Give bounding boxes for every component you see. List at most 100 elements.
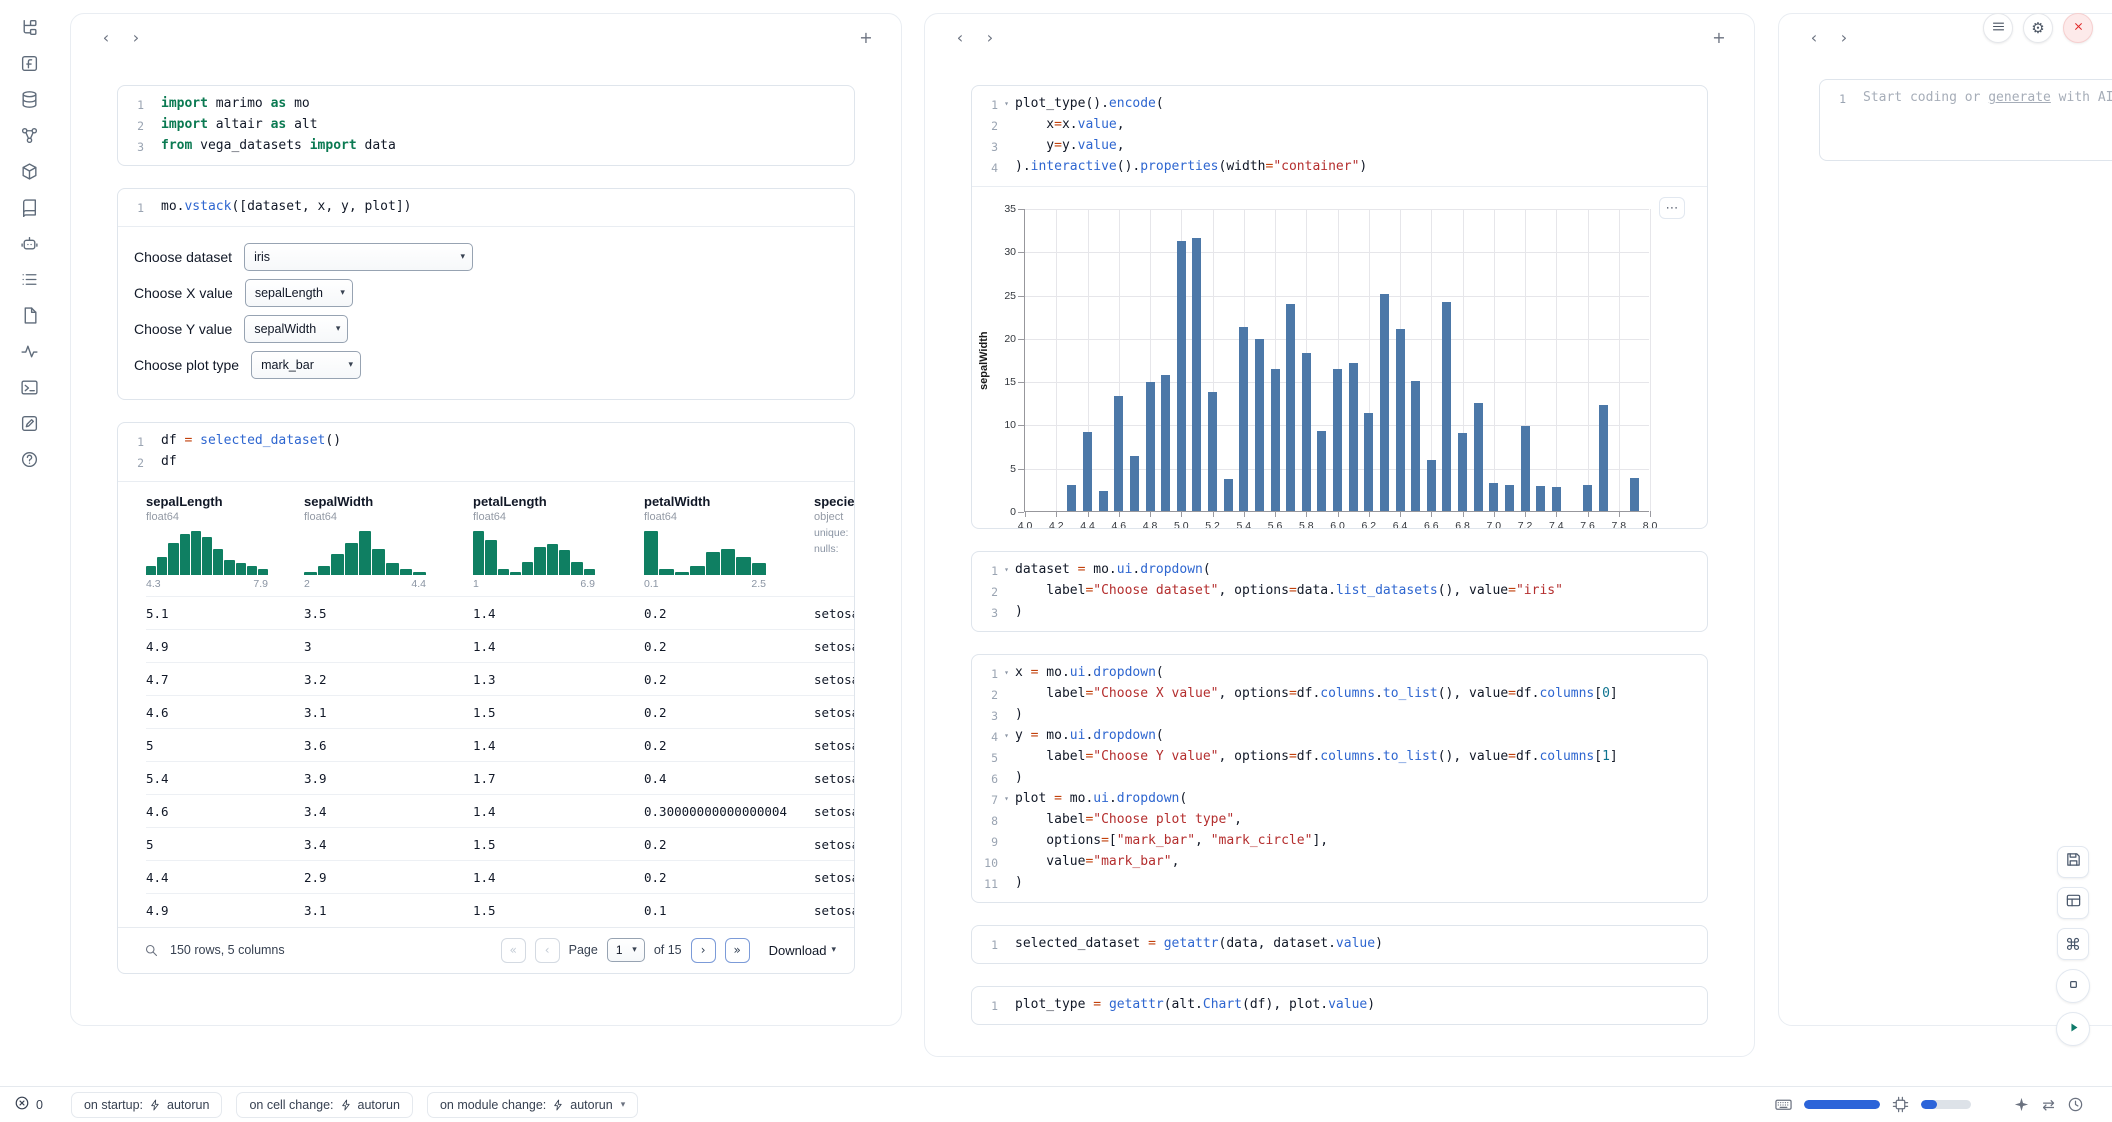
variables-icon[interactable] — [12, 52, 46, 74]
notebook-close-button[interactable] — [2063, 13, 2093, 43]
column-histogram[interactable] — [146, 531, 268, 575]
outline-icon[interactable] — [12, 268, 46, 290]
download-button[interactable]: Download ▾ — [769, 943, 836, 958]
column-histogram[interactable] — [644, 531, 766, 575]
line-number: 3 — [972, 602, 998, 623]
swap-arrows-icon[interactable]: ⇄ — [2042, 1096, 2055, 1114]
fold-toggle-icon[interactable]: ▾ — [998, 726, 1015, 747]
zap-icon — [340, 1099, 352, 1111]
table-cell: setosa — [814, 795, 854, 828]
column-header-petalWidth[interactable]: petalWidthfloat640.12.5 — [644, 488, 814, 597]
page-select[interactable]: 1 ▾ — [607, 938, 645, 962]
interrupt-button[interactable] — [2056, 969, 2090, 1003]
code-editor[interactable]: 1 Start coding or generate with AI. — [1820, 80, 2112, 160]
cell-output: Choose datasetiris▾Choose X valuesepalLe… — [118, 226, 854, 399]
file-explorer-icon[interactable] — [12, 16, 46, 38]
column-scroll-left-button[interactable]: ‹ — [93, 24, 119, 50]
x-value-select[interactable]: sepalLength▾ — [245, 279, 353, 307]
chart-menu-button[interactable]: ⋯ — [1659, 197, 1685, 219]
zap-icon — [149, 1099, 161, 1111]
code-editor[interactable]: 1selected_dataset = getattr(data, datase… — [972, 926, 1707, 963]
documentation-icon[interactable] — [12, 196, 46, 218]
code-editor[interactable]: 1df = selected_dataset()2df — [118, 423, 854, 481]
fold-toggle-icon[interactable]: ▾ — [998, 663, 1015, 684]
fold-toggle-icon[interactable]: ▾ — [998, 789, 1015, 810]
on-startup-chip[interactable]: on startup:autorun — [71, 1092, 222, 1118]
generate-with-ai-link[interactable]: generate — [1988, 90, 2051, 105]
column-scroll-right-button[interactable]: › — [977, 24, 1003, 50]
data-sources-icon[interactable] — [12, 88, 46, 110]
line-number: 4 — [972, 726, 998, 747]
code-editor[interactable]: 1plot_type = getattr(alt.Chart(df), plot… — [972, 987, 1707, 1024]
dropdown-row: Choose datasetiris▾ — [134, 239, 838, 275]
terminal-icon[interactable] — [12, 376, 46, 398]
on-module-change-chip[interactable]: on module change:autorun▾ — [427, 1092, 638, 1118]
plot-type-select[interactable]: mark_bar▾ — [251, 351, 361, 379]
column-histogram[interactable] — [473, 531, 595, 575]
cell-output: ⋯ 051015202530354.04.24.44.64.85.05.25.4… — [972, 186, 1707, 528]
app-layout-button[interactable] — [2057, 887, 2089, 919]
on-cell-change-chip[interactable]: on cell change:autorun — [236, 1092, 413, 1118]
logs-icon[interactable] — [12, 340, 46, 362]
first-page-button[interactable]: « — [501, 938, 526, 963]
history-clock-icon[interactable] — [2067, 1096, 2084, 1113]
snippets-icon[interactable] — [12, 304, 46, 326]
code-editor[interactable]: 1mo.vstack([dataset, x, y, plot]) — [118, 189, 854, 226]
notebook-settings-button[interactable]: ⚙ — [2023, 13, 2053, 43]
column-histogram[interactable] — [304, 531, 426, 575]
column-header-species[interactable]: speciesobjectunique:nulls: — [814, 488, 854, 597]
column-scroll-left-button[interactable]: ‹ — [1801, 24, 1827, 50]
ai-chat-icon[interactable] — [12, 232, 46, 254]
dataset-select[interactable]: iris▾ — [244, 243, 473, 271]
column-header-sepalLength[interactable]: sepalLengthfloat644.37.9 — [146, 488, 304, 597]
chart-bar — [1067, 485, 1076, 511]
x-axis-tick-label: 7.6 — [1573, 520, 1603, 529]
last-page-button[interactable]: » — [725, 938, 750, 963]
cpu-icon[interactable] — [1892, 1096, 1909, 1113]
memory-usage-bar — [1804, 1100, 1880, 1109]
altair-chart[interactable]: 051015202530354.04.24.44.64.85.05.25.45.… — [1024, 209, 1649, 512]
line-number: 1 — [972, 995, 998, 1016]
previous-page-button[interactable]: ‹ — [535, 938, 560, 963]
line-number: 6 — [972, 768, 998, 789]
code-editor[interactable]: 1import marimo as mo2import altair as al… — [118, 86, 854, 165]
chart-bar — [1521, 426, 1530, 511]
add-cell-button[interactable]: + — [1706, 24, 1732, 50]
add-cell-button[interactable]: + — [853, 24, 879, 50]
cell-dataset: 1▾dataset = mo.ui.dropdown(2 label="Choo… — [971, 551, 1708, 632]
next-page-button[interactable]: › — [691, 938, 716, 963]
code-editor[interactable]: 1▾plot_type().encode(2 x=x.value,3 y=y.v… — [972, 86, 1707, 186]
column-header-petalLength[interactable]: petalLengthfloat6416.9 — [473, 488, 644, 597]
editor-placeholder: Start coding or generate with AI. — [1863, 88, 2112, 109]
ai-sparkle-icon[interactable] — [2013, 1096, 2030, 1113]
help-icon[interactable] — [12, 448, 46, 470]
save-button[interactable] — [2057, 846, 2089, 878]
y-axis-tick-label: 25 — [994, 290, 1016, 302]
table-cell: 1.4 — [473, 861, 644, 894]
keyboard-icon[interactable] — [1775, 1096, 1792, 1113]
table-row: 4.42.91.40.2setosa — [146, 861, 854, 894]
cell-dataframe: 1df = selected_dataset()2df sepalLengthf… — [117, 422, 855, 974]
column-scroll-left-button[interactable]: ‹ — [947, 24, 973, 50]
column-header-sepalWidth[interactable]: sepalWidthfloat6424.4 — [304, 488, 473, 597]
code-editor[interactable]: 1▾x = mo.ui.dropdown(2 label="Choose X v… — [972, 655, 1707, 902]
errors-indicator[interactable]: 0 — [14, 1095, 43, 1114]
scratchpad-icon[interactable] — [12, 412, 46, 434]
dependency-graph-icon[interactable] — [12, 124, 46, 146]
dataframe-table: sepalLengthfloat644.37.9sepalWidthfloat6… — [118, 482, 854, 927]
code-editor[interactable]: 1▾dataset = mo.ui.dropdown(2 label="Choo… — [972, 552, 1707, 631]
y-value-select[interactable]: sepalWidth▾ — [244, 315, 348, 343]
fold-toggle-icon[interactable]: ▾ — [998, 94, 1015, 115]
fold-toggle-icon[interactable]: ▾ — [998, 560, 1015, 581]
packages-icon[interactable] — [12, 160, 46, 182]
column-range: 24.4 — [304, 578, 426, 590]
table-search-button[interactable] — [144, 943, 159, 958]
column-scroll-right-button[interactable]: › — [1831, 24, 1857, 50]
column-scroll-right-button[interactable]: › — [123, 24, 149, 50]
cell-selected-dataset: 1selected_dataset = getattr(data, datase… — [971, 925, 1708, 964]
x-axis-tick-label: 4.0 — [1010, 520, 1040, 529]
cell-imports: 1import marimo as mo2import altair as al… — [117, 85, 855, 166]
notebook-menu-button[interactable] — [1983, 13, 2013, 43]
keyboard-shortcuts-button[interactable]: ⌘ — [2057, 928, 2089, 960]
run-all-button[interactable] — [2056, 1012, 2090, 1046]
